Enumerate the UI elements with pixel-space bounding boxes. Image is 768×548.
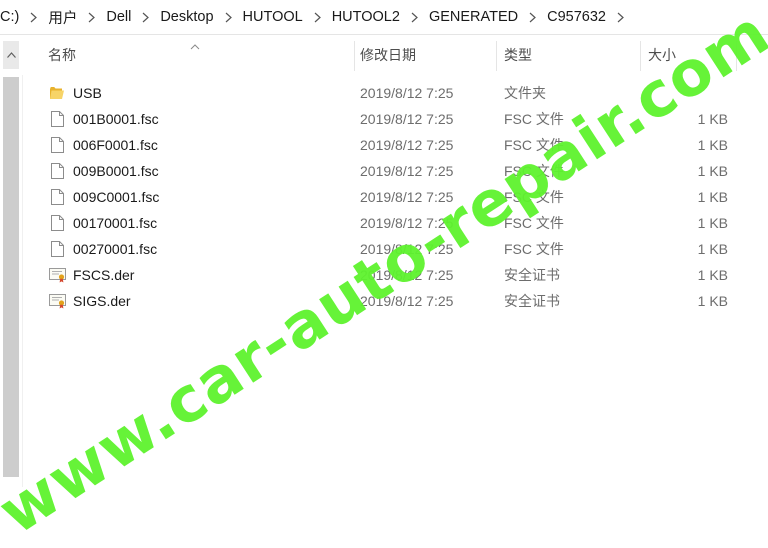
file-date: 2019/8/12 7:25 [360,267,454,283]
column-divider[interactable] [640,41,641,71]
file-size [582,80,728,106]
file-size: 1 KB [697,111,728,127]
column-header-name[interactable]: 名称 [48,35,76,75]
certificate-icon [48,288,66,314]
scroll-up-arrow-icon[interactable] [3,41,19,69]
chevron-right-icon[interactable] [305,12,330,23]
folder-icon [48,80,66,106]
breadcrumb-hutool[interactable]: HUTOOL [241,9,305,25]
file-size: 1 KB [697,267,728,283]
file-date: 2019/8/12 7:25 [360,241,454,257]
list-item[interactable]: 009C0001.fsc 2019/8/12 7:25 FSC 文件 1 KB [22,184,768,210]
file-date: 2019/8/12 7:25 [360,111,454,127]
file-type: 文件夹 [504,85,546,101]
file-name: 00170001.fsc [73,215,158,231]
file-size: 1 KB [697,241,728,257]
file-type: FSC 文件 [504,137,564,153]
column-header-row: 名称 修改日期 类型 大小 [22,35,768,75]
scrollbar-thumb[interactable] [3,77,19,477]
file-name: 00270001.fsc [73,241,158,257]
file-size: 1 KB [697,163,728,179]
file-icon [48,236,66,262]
file-name: 006F0001.fsc [73,137,158,153]
list-item[interactable]: USB 2019/8/12 7:25 文件夹 [22,80,768,106]
file-icon [48,106,66,132]
file-type: FSC 文件 [504,111,564,127]
file-list: USB 2019/8/12 7:25 文件夹 001B0001.fsc 2019… [22,80,768,314]
column-divider[interactable] [354,41,355,71]
file-size: 1 KB [697,215,728,231]
file-date: 2019/8/12 7:25 [360,189,454,205]
list-item[interactable]: FSCS.der 2019/8/12 7:25 安全证书 1 KB [22,262,768,288]
file-icon [48,184,66,210]
file-type: 安全证书 [504,293,560,309]
breadcrumb-desktop[interactable]: Desktop [158,9,215,25]
column-header-size[interactable]: 大小 [648,35,676,75]
list-item[interactable]: SIGS.der 2019/8/12 7:25 安全证书 1 KB [22,288,768,314]
file-date: 2019/8/12 7:25 [360,85,454,101]
column-divider[interactable] [496,41,497,71]
file-size: 1 KB [697,293,728,309]
chevron-right-icon[interactable] [21,12,46,23]
file-type: FSC 文件 [504,241,564,257]
column-header-date[interactable]: 修改日期 [360,35,416,75]
sort-ascending-icon [190,37,200,53]
list-item[interactable]: 006F0001.fsc 2019/8/12 7:25 FSC 文件 1 KB [22,132,768,158]
file-name: SIGS.der [73,293,131,309]
file-type: 安全证书 [504,267,560,283]
list-item[interactable]: 001B0001.fsc 2019/8/12 7:25 FSC 文件 1 KB [22,106,768,132]
column-divider[interactable] [736,41,737,71]
file-date: 2019/8/12 7:25 [360,293,454,309]
file-type: FSC 文件 [504,163,564,179]
list-item[interactable]: 009B0001.fsc 2019/8/12 7:25 FSC 文件 1 KB [22,158,768,184]
chevron-right-icon[interactable] [79,12,104,23]
file-name: USB [73,85,102,101]
file-type: FSC 文件 [504,189,564,205]
file-date: 2019/8/12 7:25 [360,163,454,179]
column-header-type[interactable]: 类型 [504,35,532,75]
chevron-right-icon[interactable] [133,12,158,23]
file-name: 001B0001.fsc [73,111,159,127]
file-name: FSCS.der [73,267,135,283]
navigation-pane-scrollbar[interactable] [0,35,23,487]
list-item[interactable]: 00270001.fsc 2019/8/12 7:25 FSC 文件 1 KB [22,236,768,262]
breadcrumb-drive[interactable]: C:) [0,9,21,25]
file-size: 1 KB [697,189,728,205]
breadcrumb-users[interactable]: 用户 [46,7,79,28]
certificate-icon [48,262,66,288]
breadcrumb-current-folder[interactable]: C957632 [545,9,608,25]
chevron-right-icon[interactable] [402,12,427,23]
chevron-right-icon[interactable] [216,12,241,23]
file-icon [48,132,66,158]
file-date: 2019/8/12 7:25 [360,215,454,231]
file-icon [48,158,66,184]
breadcrumb: C:) 用户 Dell Desktop HUTOOL HUTOOL2 GENER… [0,0,768,35]
chevron-right-icon[interactable] [608,12,633,23]
file-icon [48,210,66,236]
breadcrumb-generated[interactable]: GENERATED [427,9,520,25]
breadcrumb-hutool2[interactable]: HUTOOL2 [330,9,402,25]
file-size: 1 KB [697,137,728,153]
chevron-right-icon[interactable] [520,12,545,23]
file-date: 2019/8/12 7:25 [360,137,454,153]
file-name: 009B0001.fsc [73,163,159,179]
file-type: FSC 文件 [504,215,564,231]
breadcrumb-dell[interactable]: Dell [104,9,133,25]
list-item[interactable]: 00170001.fsc 2019/8/12 7:25 FSC 文件 1 KB [22,210,768,236]
file-name: 009C0001.fsc [73,189,160,205]
